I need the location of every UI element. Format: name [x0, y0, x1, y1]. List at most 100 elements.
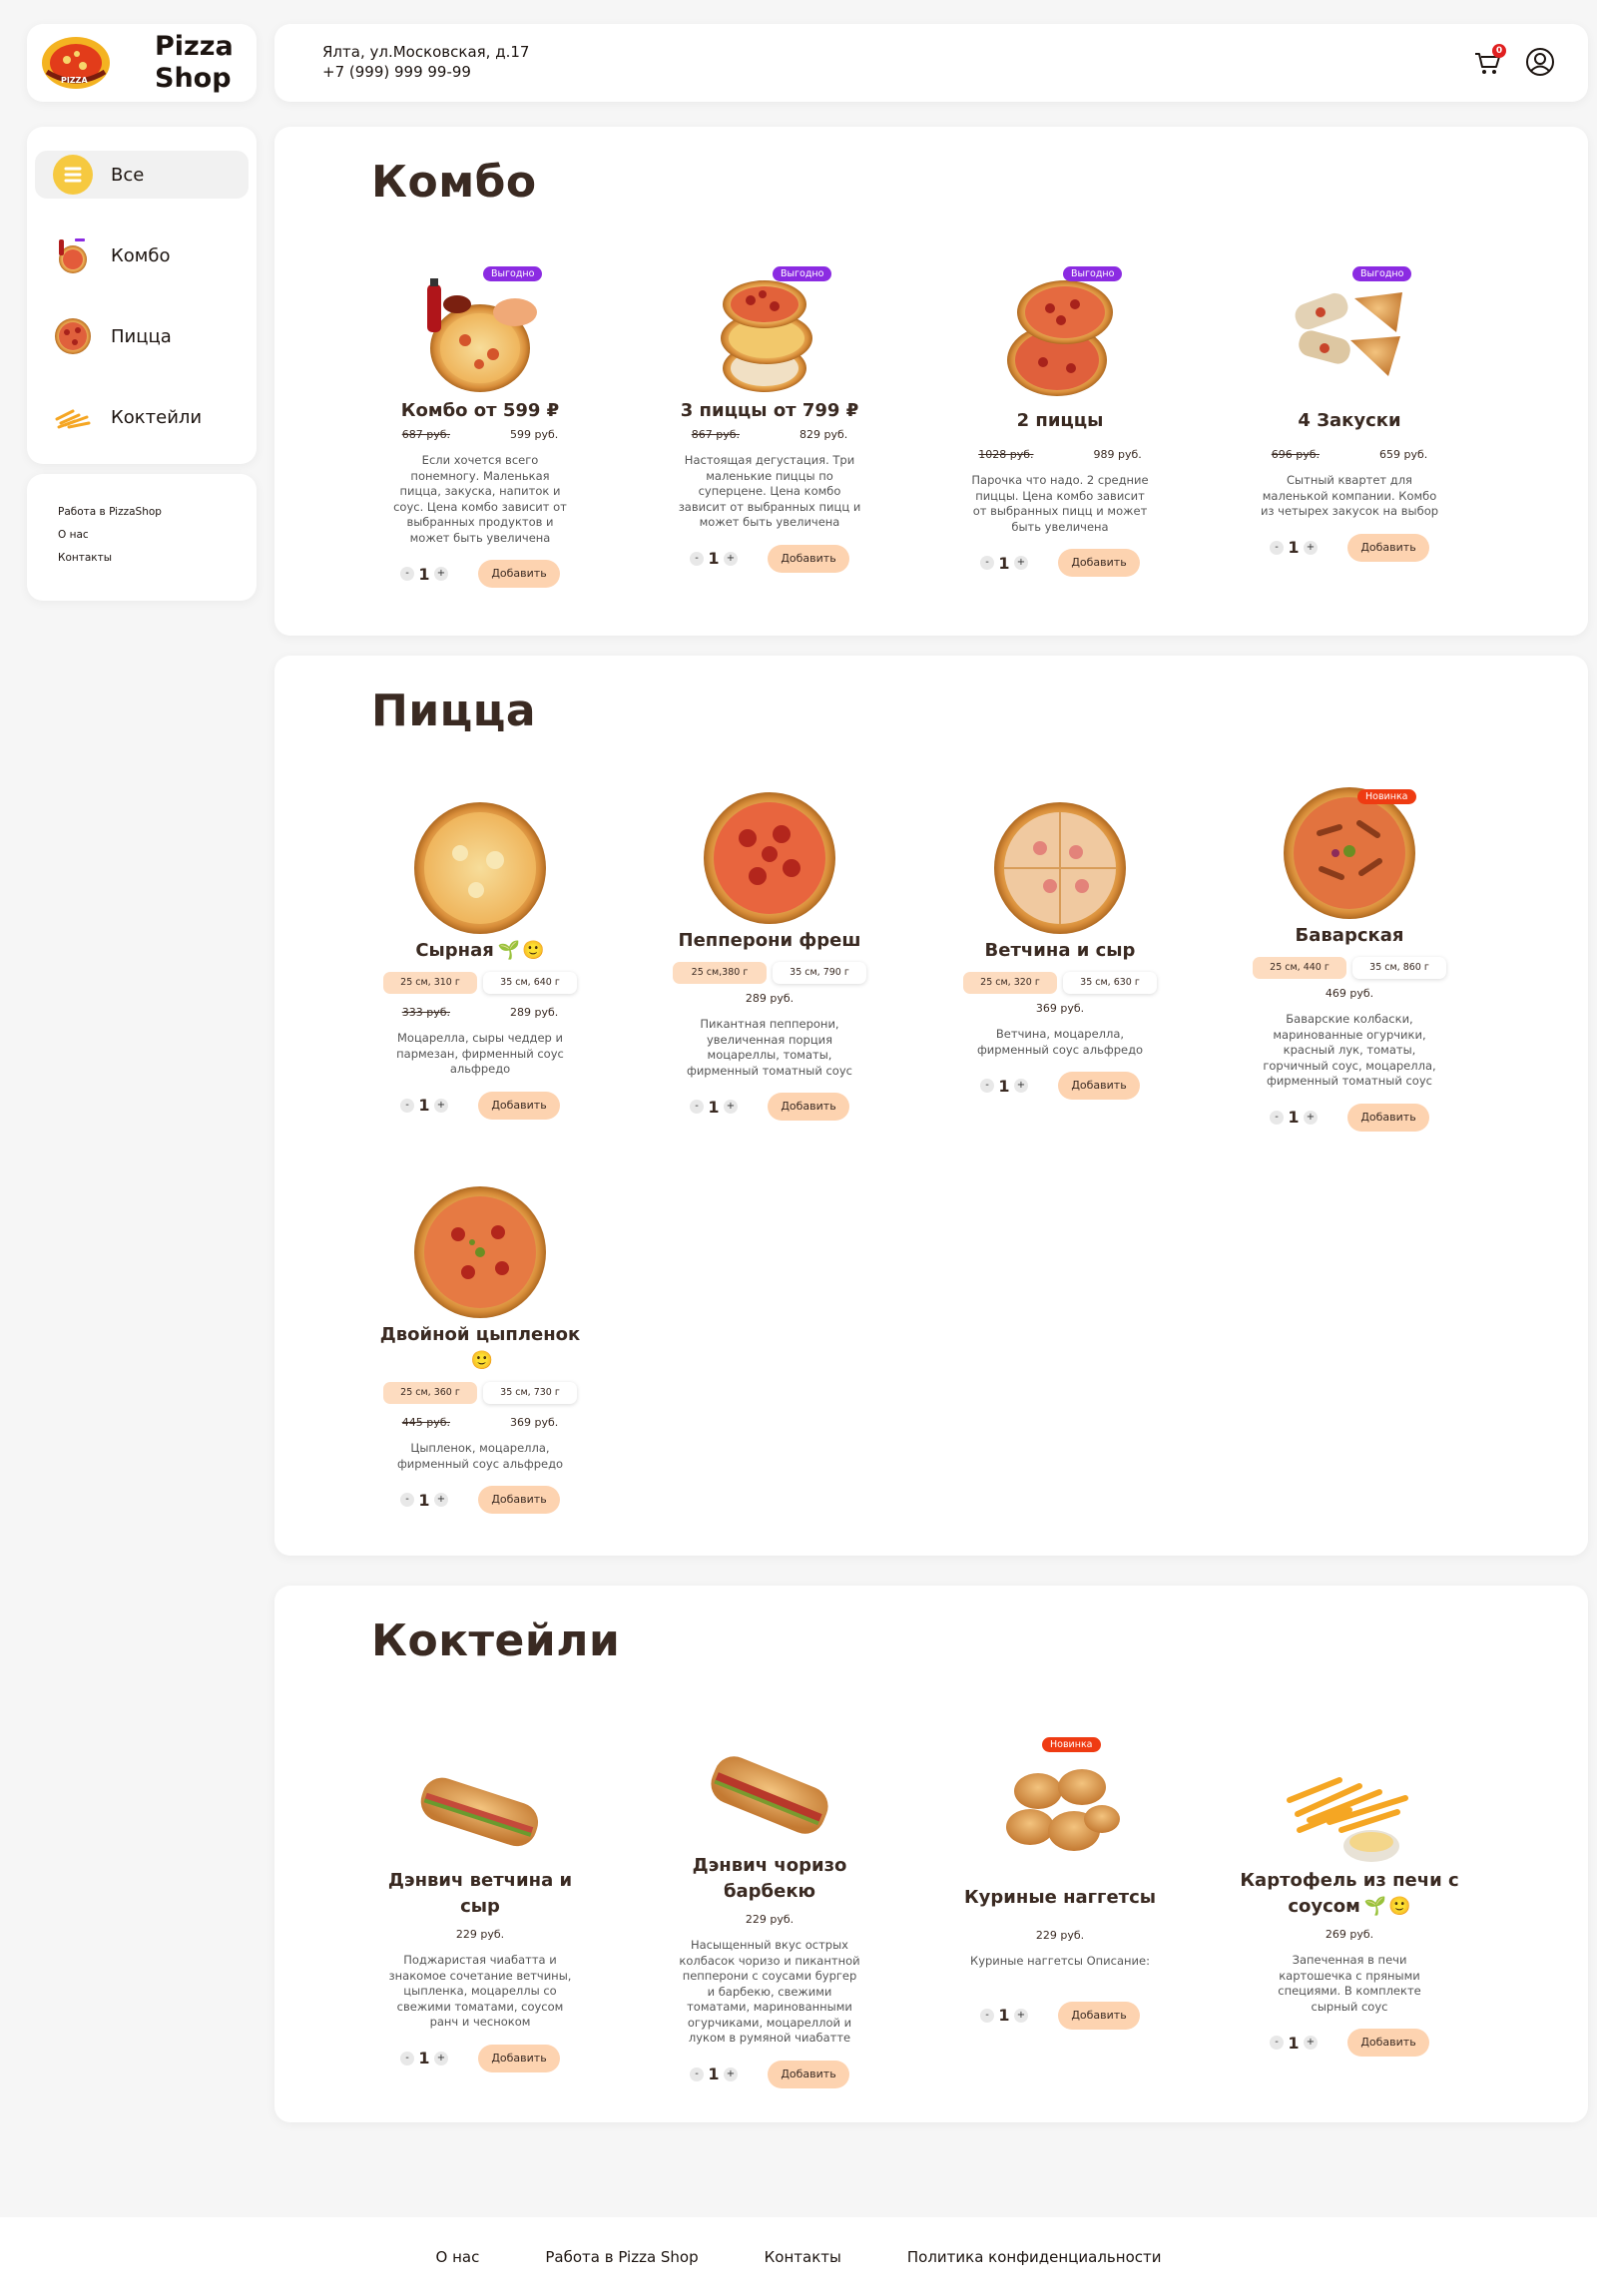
- add-to-cart-button[interactable]: Добавить: [478, 1486, 560, 1514]
- link-about[interactable]: О нас: [58, 529, 257, 541]
- quantity: 1: [998, 553, 1010, 573]
- add-to-cart-button[interactable]: Добавить: [1347, 533, 1429, 562]
- product-card: Выгодно 2 пиццы 1028 руб. 989 руб. Парочк…: [950, 258, 1170, 577]
- link-contacts[interactable]: Контакты: [58, 552, 257, 564]
- promo-badge: Выгодно: [773, 266, 832, 281]
- price: 829 руб.: [799, 428, 848, 441]
- decrement-button[interactable]: -: [980, 2008, 994, 2023]
- increment-button[interactable]: +: [724, 2066, 738, 2081]
- product-image: Выгодно: [1285, 258, 1414, 408]
- decrement-button[interactable]: -: [400, 1493, 414, 1507]
- brand-name: Pizza Shop: [155, 31, 234, 95]
- price-row: 445 руб. 369 руб.: [370, 1416, 590, 1429]
- size-option-small[interactable]: 25 см, 320 г: [963, 972, 1057, 994]
- decrement-button[interactable]: -: [1270, 1110, 1284, 1125]
- price: 989 руб.: [1093, 448, 1142, 461]
- size-option-small[interactable]: 25 см, 360 г: [383, 1382, 477, 1404]
- decrement-button[interactable]: -: [690, 551, 704, 566]
- decrement-button[interactable]: -: [980, 1079, 994, 1093]
- product-name: Куриные наггетсы: [963, 1887, 1157, 1908]
- decrement-button[interactable]: -: [1270, 2036, 1284, 2050]
- increment-button[interactable]: +: [1014, 1079, 1028, 1093]
- size-option-large[interactable]: 35 см, 630 г: [1063, 972, 1157, 994]
- size-option-large[interactable]: 35 см, 790 г: [773, 962, 866, 984]
- old-price: 1028 руб.: [978, 448, 1034, 461]
- add-to-cart-button[interactable]: Добавить: [1058, 549, 1140, 577]
- product-description: Насыщенный вкус острых колбасок чоризо и…: [679, 1938, 860, 2045]
- footer-link-privacy[interactable]: Политика конфиденциальности: [907, 2248, 1162, 2266]
- increment-button[interactable]: +: [434, 2051, 448, 2066]
- size-option-large[interactable]: 35 см, 640 г: [483, 972, 577, 994]
- quantity-stepper: -1 +: [690, 549, 738, 568]
- link-jobs[interactable]: Работа в PizzaShop: [58, 506, 257, 518]
- new-badge: Новинка: [1042, 1737, 1101, 1752]
- section-combo: Комбо Выгодно Комбо от 599 ₽ 687 руб. 599…: [274, 127, 1588, 636]
- add-to-cart-button[interactable]: Добавить: [478, 560, 560, 588]
- footer-link-jobs[interactable]: Работа в Pizza Shop: [545, 2248, 698, 2266]
- size-option-small[interactable]: 25 см, 440 г: [1253, 957, 1346, 979]
- product-card: Двойной цыпленок 🙂 25 см, 360 г 35 см, 730…: [370, 1182, 590, 1514]
- increment-button[interactable]: +: [1304, 2036, 1318, 2050]
- footer-link-about[interactable]: О нас: [436, 2248, 480, 2266]
- footer-link-contacts[interactable]: Контакты: [765, 2248, 841, 2266]
- add-to-cart-button[interactable]: Добавить: [1347, 1103, 1429, 1132]
- product-description: Сытный квартет для маленькой компании. К…: [1260, 473, 1439, 518]
- increment-button[interactable]: +: [434, 1493, 448, 1507]
- section-cocktails: Коктейли Дэнвич ветчина и сыр 229 руб. П…: [274, 1586, 1588, 2122]
- decrement-button[interactable]: -: [400, 567, 414, 581]
- nav-label: Комбо: [111, 244, 171, 266]
- decrement-button[interactable]: -: [400, 2051, 414, 2066]
- increment-button[interactable]: +: [434, 1098, 448, 1113]
- phone[interactable]: +7 (999) 999 99-99: [322, 62, 529, 82]
- product-name-line2: соусом: [1288, 1896, 1360, 1917]
- decrement-button[interactable]: -: [1270, 540, 1284, 555]
- product-name: 2 пиццы: [1016, 410, 1104, 431]
- nav-label: Коктейли: [111, 406, 203, 428]
- add-to-cart-button[interactable]: Добавить: [768, 544, 849, 573]
- increment-button[interactable]: +: [1014, 2008, 1028, 2023]
- decrement-button[interactable]: -: [980, 556, 994, 570]
- old-price: 333 руб.: [401, 1006, 450, 1019]
- size-option-small[interactable]: 25 см, 310 г: [383, 972, 477, 994]
- nav-item-all[interactable]: Все: [35, 151, 249, 199]
- decrement-button[interactable]: -: [400, 1098, 414, 1113]
- add-to-cart-button[interactable]: Добавить: [1058, 2001, 1140, 2030]
- price: 289 руб.: [510, 1006, 559, 1019]
- increment-button[interactable]: +: [724, 551, 738, 566]
- nav-item-cocktails[interactable]: Коктейли: [35, 393, 249, 441]
- increment-button[interactable]: +: [434, 567, 448, 581]
- quantity: 1: [1288, 1108, 1300, 1127]
- size-option-large[interactable]: 35 см, 730 г: [483, 1382, 577, 1404]
- size-option-small[interactable]: 25 см,380 г: [673, 962, 767, 984]
- add-to-cart-button[interactable]: Добавить: [478, 1091, 560, 1120]
- quantity-stepper: -1 +: [400, 1491, 448, 1510]
- quantity-stepper: -1 +: [1270, 2034, 1318, 2053]
- product-card: Новинка Баварская 25 см, 440 г 35 см, 860…: [1240, 783, 1459, 1132]
- increment-button[interactable]: +: [1014, 556, 1028, 570]
- add-to-cart-button[interactable]: Добавить: [1058, 1072, 1140, 1100]
- logo-card[interactable]: PIZZA Pizza Shop: [27, 24, 257, 102]
- quantity-stepper: -1 +: [980, 2006, 1028, 2025]
- increment-button[interactable]: +: [1304, 540, 1318, 555]
- add-to-cart-button[interactable]: Добавить: [768, 1093, 849, 1121]
- quantity-stepper: -1 +: [980, 1077, 1028, 1096]
- increment-button[interactable]: +: [724, 1100, 738, 1114]
- add-to-cart-button[interactable]: Добавить: [478, 2044, 560, 2072]
- product-card: Сырная 🌱 🙂 25 см, 310 г 35 см, 640 г 333 ру…: [370, 798, 590, 1120]
- decrement-button[interactable]: -: [690, 1100, 704, 1114]
- profile-button[interactable]: [1524, 46, 1556, 78]
- increment-button[interactable]: +: [1304, 1110, 1318, 1125]
- nav-label: Пицца: [111, 325, 172, 347]
- nav-item-combo[interactable]: Комбо: [35, 231, 249, 279]
- section-title: Коктейли: [371, 1615, 621, 1666]
- size-option-large[interactable]: 35 см, 860 г: [1352, 957, 1446, 979]
- add-to-cart-button[interactable]: Добавить: [768, 2060, 849, 2088]
- price: 469 руб.: [1325, 987, 1374, 1000]
- nav-item-pizza[interactable]: Пицца: [35, 312, 249, 360]
- product-name: Двойной цыпленок 🙂: [370, 1322, 590, 1374]
- brand-name-line1: Pizza: [155, 31, 234, 62]
- logo-image: PIZZA: [37, 32, 115, 94]
- cart-button[interactable]: 0: [1472, 44, 1506, 78]
- decrement-button[interactable]: -: [690, 2066, 704, 2081]
- add-to-cart-button[interactable]: Добавить: [1347, 2029, 1429, 2057]
